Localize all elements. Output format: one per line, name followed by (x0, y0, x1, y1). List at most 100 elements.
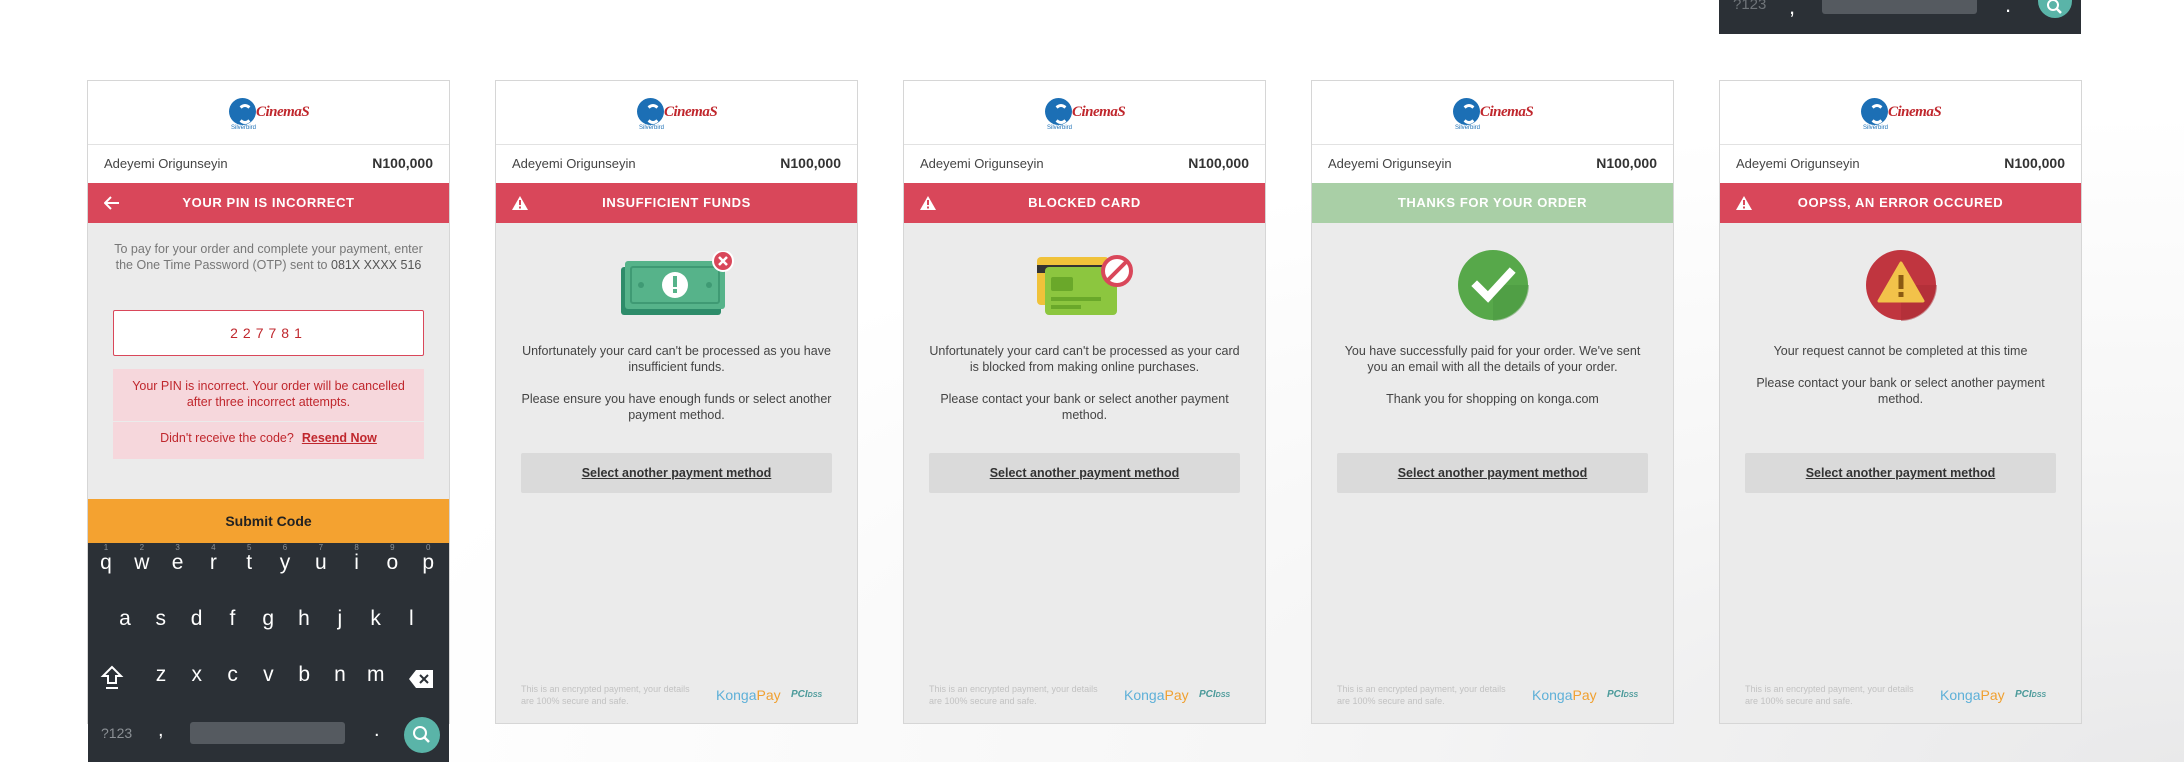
space-key[interactable] (1822, 0, 1977, 14)
logo-mark-icon (229, 98, 256, 125)
order-amount: N100,000 (1596, 155, 1657, 171)
kongapay-a: Konga (1940, 687, 1981, 703)
resend-link[interactable]: Resend Now (302, 431, 377, 445)
error-occurred-panel: CinemaS Silverbird Adeyemi Origunseyin N… (1719, 80, 2082, 724)
funds-content: Unfortunately your card can't be process… (496, 223, 857, 725)
logo-mark-icon (1861, 98, 1888, 125)
select-another-payment-button[interactable]: Select another payment method (1745, 453, 2056, 493)
kongapay-b: Pay (1164, 687, 1189, 703)
customer-name: Adeyemi Origunseyin (1328, 156, 1452, 171)
message-block: Unfortunately your card can't be process… (928, 343, 1241, 439)
cinemas-logo: CinemaS Silverbird (229, 95, 311, 131)
key-hint: 2 (139, 543, 145, 552)
header-logo-bar: CinemaS Silverbird (1312, 81, 1673, 145)
status-banner: OOPSS, AN ERROR OCCURED (1720, 183, 2081, 223)
logo-subtext: Silverbird (1047, 125, 1073, 131)
key-w[interactable]: w2 (127, 543, 157, 575)
blocked-card-icon (1036, 255, 1133, 315)
error-message: Your PIN is incorrect. Your order will b… (132, 379, 405, 409)
key-f[interactable]: f (217, 607, 247, 631)
key-s[interactable]: s (146, 607, 176, 631)
key-y[interactable]: y6 (270, 543, 300, 575)
mode-switch-key[interactable]: ?123 (101, 725, 132, 741)
pci-dss-logo: PCIDSS (1607, 689, 1638, 700)
key-hint: 9 (390, 543, 395, 552)
logo-wordmark: CinemaS (1480, 104, 1534, 120)
otp-instructions: To pay for your order and complete your … (106, 241, 431, 273)
logo-wordmark: CinemaS (664, 104, 718, 120)
key-hint: 8 (354, 543, 359, 552)
header-logo-bar: CinemaS Silverbird (904, 81, 1265, 145)
logo-subtext: Silverbird (1455, 125, 1481, 131)
comma-key[interactable]: , (1789, 0, 1795, 20)
pci-text: PCI (1199, 689, 1216, 700)
key-r[interactable]: r4 (198, 543, 228, 575)
key-e[interactable]: e3 (163, 543, 193, 575)
space-key[interactable] (190, 722, 345, 744)
otp-input[interactable]: 227781 (113, 310, 424, 356)
key-t[interactable]: t5 (234, 543, 264, 575)
key-m[interactable]: m (361, 663, 391, 687)
kongapay-logo: KongaPay (1124, 687, 1189, 703)
key-b[interactable]: b (289, 663, 319, 687)
key-j[interactable]: j (325, 607, 355, 631)
key-q[interactable]: q1 (91, 543, 121, 575)
pci-dss-logo: PCIDSS (1199, 689, 1230, 700)
message-line-2: Please contact your bank or select anoth… (1756, 376, 2045, 406)
secure-footer: This is an encrypted payment, your detai… (521, 683, 832, 707)
pci-dss-logo: PCIDSS (2015, 689, 2046, 700)
back-arrow-icon[interactable] (104, 196, 120, 210)
key-z[interactable]: z (146, 663, 176, 687)
dss-text: DSS (1623, 692, 1639, 699)
mode-switch-key[interactable]: ?123 (1733, 0, 1766, 13)
period-key[interactable]: . (374, 719, 380, 742)
key-l[interactable]: l (396, 607, 426, 631)
customer-name: Adeyemi Origunseyin (1736, 156, 1860, 171)
key-n[interactable]: n (325, 663, 355, 687)
key-i[interactable]: i8 (342, 543, 372, 575)
backspace-key-icon[interactable] (408, 669, 434, 689)
kongapay-logo: KongaPay (716, 687, 781, 703)
shift-key-icon[interactable] (100, 663, 124, 691)
order-summary-bar: Adeyemi Origunseyin N100,000 (1720, 145, 2081, 183)
status-title: BLOCKED CARD (1028, 195, 1141, 210)
header-logo-bar: CinemaS Silverbird (1720, 81, 2081, 145)
order-summary-bar: Adeyemi Origunseyin N100,000 (496, 145, 857, 183)
key-a[interactable]: a (110, 607, 140, 631)
customer-name: Adeyemi Origunseyin (920, 156, 1044, 171)
period-key[interactable]: . (2005, 0, 2011, 18)
order-amount: N100,000 (1188, 155, 1249, 171)
logo-wordmark: CinemaS (1888, 104, 1942, 120)
onscreen-keyboard: q1w2e3r4t5y6u7i8o9p0 asdfghjkl zxcvbnm ?… (88, 543, 449, 762)
search-key[interactable] (404, 717, 440, 753)
status-title: INSUFFICIENT FUNDS (602, 195, 751, 210)
key-g[interactable]: g (253, 607, 283, 631)
search-icon (413, 726, 430, 743)
key-c[interactable]: c (218, 663, 248, 687)
comma-key[interactable]: , (158, 719, 164, 742)
pci-text: PCI (1607, 689, 1624, 700)
message-block: Your request cannot be completed at this… (1744, 343, 2057, 423)
key-hint: 5 (246, 543, 252, 552)
search-key[interactable] (2038, 0, 2072, 18)
key-k[interactable]: k (361, 607, 391, 631)
key-x[interactable]: x (182, 663, 212, 687)
key-v[interactable]: v (253, 663, 283, 687)
key-h[interactable]: h (289, 607, 319, 631)
select-another-payment-button[interactable]: Select another payment method (1337, 453, 1648, 493)
key-o[interactable]: o9 (377, 543, 407, 575)
select-another-payment-button[interactable]: Select another payment method (929, 453, 1240, 493)
kongapay-a: Konga (716, 687, 757, 703)
key-p[interactable]: p0 (413, 543, 443, 575)
key-u[interactable]: u7 (306, 543, 336, 575)
select-another-payment-button[interactable]: Select another payment method (521, 453, 832, 493)
order-summary-bar: Adeyemi Origunseyin N100,000 (1312, 145, 1673, 183)
resend-prompt: Didn't receive the code? (160, 431, 294, 445)
customer-name: Adeyemi Origunseyin (104, 156, 228, 171)
message-line-2: Please contact your bank or select anoth… (940, 392, 1229, 422)
header-logo-bar: CinemaS Silverbird (88, 81, 449, 145)
key-d[interactable]: d (182, 607, 212, 631)
submit-code-button[interactable]: Submit Code (88, 499, 449, 543)
security-note: This is an encrypted payment, your detai… (1745, 684, 1914, 706)
logo-wordmark: CinemaS (1072, 104, 1126, 120)
